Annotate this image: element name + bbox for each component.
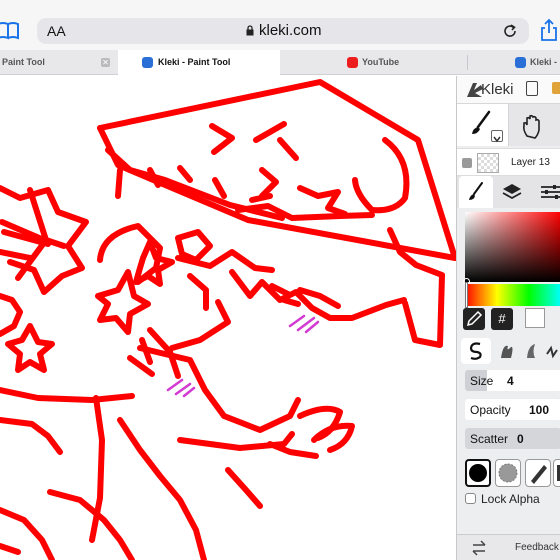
pen-brush-button[interactable]	[461, 338, 491, 364]
tab-strip: Paint Tool ✕ Kleki - Paint Tool YouTube …	[0, 50, 560, 75]
share-icon[interactable]	[540, 18, 558, 42]
lock-alpha-label: Lock Alpha	[481, 492, 540, 506]
brush-icon	[472, 110, 491, 134]
secondary-color-swatch[interactable]	[525, 308, 545, 328]
layer-row[interactable]: Layer 13	[457, 148, 560, 176]
tab-kleki-2[interactable]: Kleki -	[468, 50, 560, 75]
eyedropper-icon	[466, 310, 483, 327]
chevron-down-icon[interactable]	[491, 130, 503, 143]
youtube-icon	[347, 57, 358, 68]
pen-brush-icon	[469, 342, 482, 360]
opacity-label: Opacity	[470, 403, 511, 417]
soft-tip-icon	[498, 463, 518, 483]
hue-slider-handle[interactable]	[465, 282, 468, 308]
app-name: Kleki	[481, 81, 514, 98]
panel-header: Kleki	[457, 76, 560, 104]
kleki-favicon	[515, 57, 526, 68]
open-folder-icon[interactable]	[552, 82, 560, 94]
lock-alpha-checkbox[interactable]	[465, 493, 476, 504]
tab-adjust[interactable]	[531, 176, 560, 208]
kleki-favicon	[142, 57, 153, 68]
layer-visibility-checkbox[interactable]	[462, 158, 472, 168]
brush-icon	[469, 182, 483, 200]
swap-sides-icon[interactable]	[471, 540, 487, 556]
tab-label: Kleki -	[530, 57, 558, 67]
brush-type-selector	[457, 336, 560, 366]
screen: AA kleki.com Paint Tool ✕ Kleki - Paint …	[0, 0, 560, 560]
feedback-link[interactable]: Feedback	[515, 542, 559, 553]
color-tools: #	[463, 308, 560, 330]
layers-icon	[502, 184, 522, 200]
tab-kleki-active[interactable]: Kleki - Paint Tool	[118, 50, 280, 75]
text-size-button[interactable]: AA	[47, 23, 66, 39]
new-image-icon[interactable]	[526, 81, 538, 96]
address-bar[interactable]: AA kleki.com	[37, 18, 529, 44]
size-label: Size	[470, 374, 494, 388]
bookmarks-icon[interactable]	[0, 20, 20, 40]
round-brush-shape-button[interactable]	[465, 459, 491, 487]
round-tip-icon	[469, 464, 487, 482]
scatter-value: 0	[517, 432, 524, 446]
tab-brush-settings[interactable]	[459, 176, 493, 208]
chisel-brush-shape-button[interactable]	[525, 459, 551, 487]
panel-footer: Feedback	[457, 534, 560, 560]
layer-name: Layer 13	[511, 157, 550, 168]
browser-toolbar: AA kleki.com	[0, 0, 560, 50]
sliders-icon	[541, 185, 560, 199]
opacity-value: 100	[529, 403, 550, 417]
opacity-slider[interactable]: Opacity 100	[465, 399, 560, 420]
layer-thumbnail	[477, 153, 499, 173]
tool-selector	[457, 104, 560, 146]
scatter-slider[interactable]: Scatter 0	[465, 428, 560, 449]
square-tip-icon	[557, 465, 560, 481]
tab-youtube[interactable]: YouTube	[281, 50, 466, 75]
panel-tabs	[457, 176, 560, 208]
hex-input-button[interactable]: #	[491, 308, 513, 330]
color-saturation-picker[interactable]	[465, 212, 560, 282]
hue-slider[interactable]	[465, 284, 560, 306]
size-value: 4	[507, 374, 514, 388]
tab-label: Kleki - Paint Tool	[158, 57, 231, 67]
drawing-canvas[interactable]	[0, 76, 456, 560]
hand-tool-icon[interactable]	[519, 112, 547, 140]
square-brush-shape-button[interactable]	[553, 459, 560, 487]
tab-layers[interactable]	[495, 176, 529, 208]
close-tab-icon[interactable]: ✕	[101, 58, 110, 67]
brush-shape-selector	[465, 459, 560, 487]
reload-icon[interactable]	[502, 23, 518, 39]
tab-label: YouTube	[362, 57, 400, 67]
pixel-brush-button[interactable]	[543, 338, 560, 364]
scatter-label: Scatter	[470, 432, 509, 446]
scatter-brush-icon	[546, 345, 558, 359]
lock-alpha-toggle[interactable]: Lock Alpha	[465, 491, 560, 509]
sketch-artwork	[0, 79, 456, 560]
tab-paint-tool[interactable]: Paint Tool	[2, 50, 97, 75]
kleki-side-panel: Kleki Layer 13 # Size 4 Opacity 100 Scat…	[456, 76, 560, 560]
chisel-tip-icon	[531, 465, 547, 484]
brush-tool-button[interactable]	[457, 104, 509, 146]
tab-label: Paint Tool	[2, 57, 45, 67]
lock-icon	[246, 25, 254, 36]
size-slider[interactable]: Size 4	[465, 370, 560, 391]
soft-brush-shape-button[interactable]	[495, 459, 521, 487]
eyedropper-button[interactable]	[463, 308, 485, 330]
url-text: kleki.com	[259, 22, 322, 39]
